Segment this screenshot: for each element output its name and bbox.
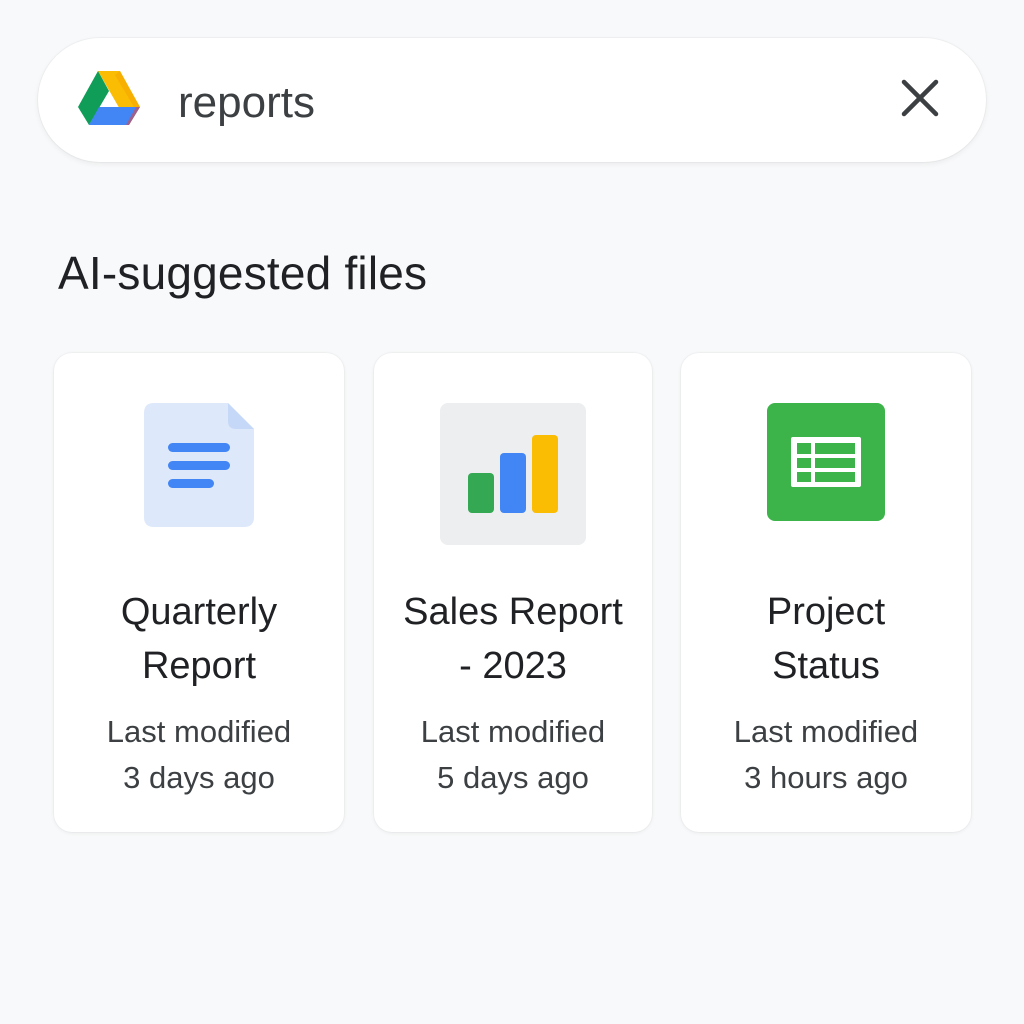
file-card-project-status[interactable]: Project Status Last modified 3 hours ago: [681, 353, 971, 832]
file-card-sales-report-2023[interactable]: Sales Report - 2023 Last modified 5 days…: [374, 353, 652, 832]
file-title-line: Quarterly: [120, 591, 278, 633]
modified-time: 3 hours ago: [744, 760, 908, 795]
file-title-line: Project: [766, 591, 886, 633]
file-title: Project Status: [681, 585, 971, 693]
clear-search-button[interactable]: [894, 74, 946, 126]
file-title-line: Report: [141, 645, 257, 687]
modified-label: Last modified: [106, 714, 292, 749]
search-results-page: AI-suggested files Quarterly Report Last…: [0, 0, 1024, 1024]
file-modified-info: Last modified 5 days ago: [374, 709, 652, 801]
google-docs-icon: [144, 403, 254, 532]
file-card-quarterly-report[interactable]: Quarterly Report Last modified 3 days ag…: [54, 353, 344, 832]
modified-label: Last modified: [733, 714, 919, 749]
modified-time: 5 days ago: [437, 760, 589, 795]
section-title: AI-suggested files: [58, 247, 428, 299]
file-title: Quarterly Report: [54, 585, 344, 693]
file-modified-info: Last modified 3 hours ago: [681, 709, 971, 801]
file-title-line: - 2023: [459, 645, 567, 687]
file-title-line: Status: [772, 645, 880, 687]
modified-time: 3 days ago: [123, 760, 275, 795]
file-title: Sales Report - 2023: [374, 585, 652, 693]
bar-chart-icon: [440, 403, 586, 550]
close-icon: [900, 78, 940, 123]
search-input[interactable]: [178, 76, 858, 130]
google-drive-logo-icon: [78, 71, 140, 129]
file-modified-info: Last modified 3 days ago: [54, 709, 344, 801]
file-title-line: Sales Report: [403, 591, 623, 633]
google-sheets-icon: [767, 403, 885, 526]
modified-label: Last modified: [420, 714, 606, 749]
